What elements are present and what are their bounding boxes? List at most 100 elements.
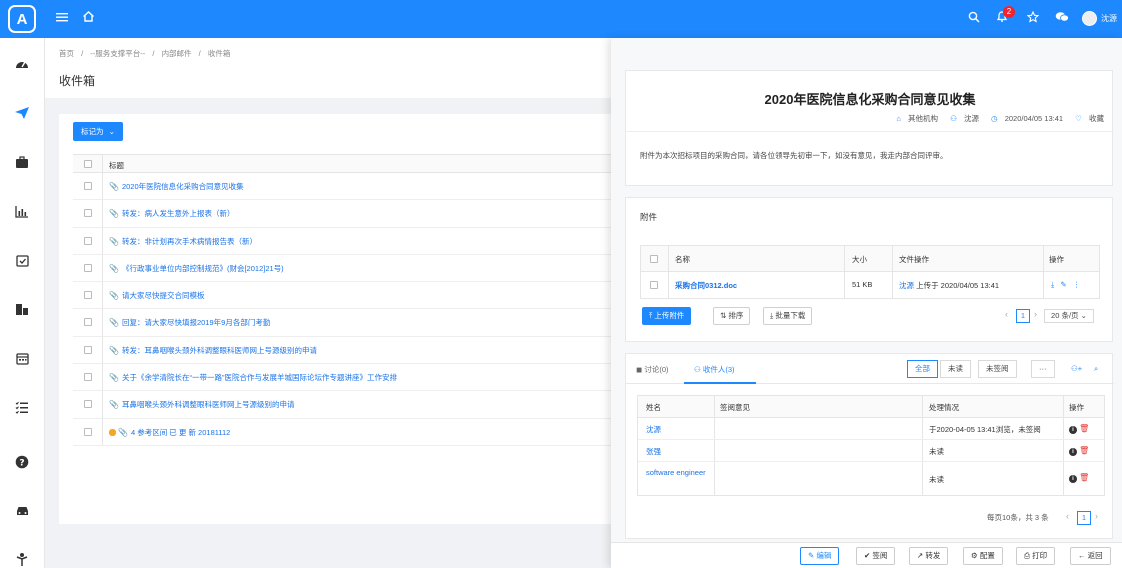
config-button[interactable]: ⚙ 配置 (963, 547, 1003, 565)
search-icon[interactable]: ⌕ (1094, 364, 1098, 374)
table-row[interactable]: 📎 2020年医院信息化采购合同意见收集 (73, 173, 611, 201)
add-user-icon[interactable]: ⚇+ (1071, 364, 1082, 373)
mail-title-link[interactable]: 转发：病人发生意外上报表（新） (122, 209, 235, 218)
next-page-icon[interactable]: › (1034, 309, 1037, 319)
forward-button[interactable]: ↗ 转发 (909, 547, 949, 565)
table-row[interactable]: 📎 耳鼻咽喉头颈外科调整眼科医师网上号源级别的申请 (73, 391, 611, 419)
print-button[interactable]: ⎙ 打印 (1016, 547, 1056, 565)
search-icon[interactable] (968, 10, 980, 28)
row-checkbox[interactable] (84, 427, 92, 436)
more-vertical-icon[interactable]: ⋮ (1073, 280, 1081, 289)
recipient-name-link[interactable]: 张强 (646, 446, 661, 457)
tab-discussion[interactable]: ◼ 讨论(0) (636, 364, 669, 375)
mail-title-link[interactable]: 转发：非计划再次手术病情报告表（新） (122, 237, 257, 246)
row-checkbox[interactable] (84, 209, 92, 218)
calendar-check-icon[interactable] (11, 249, 33, 271)
delete-icon[interactable]: 🗑 (1079, 446, 1089, 455)
menu-toggle-icon[interactable] (56, 10, 68, 28)
star-icon[interactable] (1026, 10, 1040, 28)
row-checkbox[interactable] (650, 281, 658, 289)
more-filters-button[interactable]: ··· (1031, 360, 1055, 378)
download-icon[interactable]: ⤓ (1051, 280, 1054, 289)
mail-title-link[interactable]: 关于《余学清院长在“一带一路”医院合作与发展羊城国际论坛作专题讲座》工作安排 (122, 373, 397, 382)
next-page-icon[interactable]: › (1095, 511, 1098, 521)
edit-icon[interactable]: ✎ (1060, 280, 1066, 289)
prev-page-icon[interactable]: ‹ (1005, 309, 1008, 319)
app-logo[interactable]: A (8, 5, 36, 33)
gear-icon: ⚙ (971, 551, 978, 560)
mail-title-link[interactable]: 《行政事业单位内部控制规范》(财会[2012]21号) (122, 264, 284, 273)
row-checkbox[interactable] (84, 263, 92, 272)
paper-plane-icon[interactable] (11, 102, 33, 124)
inbox-panel: 首页 / --服务支撑平台-- / 内部邮件 / 收件箱 收件箱 标记为 ⌄ 标… (45, 38, 611, 568)
page-number[interactable]: 1 (1016, 309, 1030, 323)
info-icon[interactable]: i (1069, 448, 1077, 456)
dashboard-icon[interactable] (11, 53, 33, 75)
page-number[interactable]: 1 (1077, 511, 1091, 525)
help-icon[interactable]: ? (11, 451, 33, 473)
bar-chart-icon[interactable] (11, 200, 33, 222)
info-icon[interactable]: i (1069, 475, 1077, 483)
row-checkbox[interactable] (84, 291, 92, 300)
breadcrumb-home[interactable]: 首页 (59, 49, 74, 58)
paperclip-icon: 📎 (109, 373, 119, 383)
filter-unsigned[interactable]: 未签阅 (978, 360, 1017, 378)
row-checkbox[interactable] (84, 318, 92, 327)
table-row[interactable]: 📎 转发：非计划再次手术病情报告表（新） (73, 227, 611, 255)
table-row[interactable]: 📎 关于《余学清院长在“一带一路”医院合作与发展羊城国际论坛作专题讲座》工作安排 (73, 364, 611, 392)
row-checkbox[interactable] (84, 400, 92, 409)
prev-page-icon[interactable]: ‹ (1066, 511, 1069, 521)
back-button[interactable]: ← 返回 (1070, 547, 1111, 565)
delete-icon[interactable]: 🗑 (1079, 424, 1089, 433)
row-checkbox[interactable] (84, 236, 92, 245)
favorite-button[interactable]: ♡ 收藏 (1070, 114, 1104, 123)
table-row[interactable]: 📎 4 参考区间 已 更 新 20181112 (73, 418, 611, 446)
select-all-attachments-checkbox[interactable] (650, 255, 658, 263)
mark-as-button[interactable]: 标记为 ⌄ (73, 122, 123, 141)
person-icon[interactable] (11, 548, 33, 568)
row-checkbox[interactable] (84, 373, 92, 382)
attachment-name-link[interactable]: 采购合同0312.doc (675, 280, 737, 291)
avatar[interactable] (1082, 11, 1097, 26)
breadcrumb-internal-mail[interactable]: 内部邮件 (162, 49, 192, 58)
home-icon[interactable] (82, 10, 95, 28)
delete-icon[interactable]: 🗑 (1079, 473, 1089, 482)
recipient-name-link[interactable]: 沈源 (646, 424, 661, 435)
row-checkbox[interactable] (84, 182, 92, 190)
table-row[interactable]: 📎 请大家尽快提交合同模板 (73, 282, 611, 310)
building-icon[interactable] (11, 298, 33, 320)
row-checkbox[interactable] (84, 345, 92, 354)
table-row[interactable]: 📎 转发：耳鼻咽喉头颈外科调整眼科医师网上号源级别的申请 (73, 336, 611, 365)
user-name[interactable]: 沈源 (1101, 13, 1117, 24)
filter-unread[interactable]: 未读 (940, 360, 971, 378)
uploader-link[interactable]: 沈源 (899, 281, 914, 290)
meta-time: 2020/04/05 13:41 (1004, 114, 1064, 123)
info-icon[interactable]: i (1069, 426, 1077, 434)
table-row[interactable]: 📎 转发：病人发生意外上报表（新） (73, 200, 611, 228)
edit-button[interactable]: ✎ 编辑 (800, 547, 840, 565)
filter-all[interactable]: 全部 (907, 360, 938, 378)
briefcase-icon[interactable] (11, 151, 33, 173)
sign-button[interactable]: ✔ 签阅 (856, 547, 896, 565)
breadcrumb-platform[interactable]: --服务支撑平台-- (90, 49, 145, 58)
batch-download-button[interactable]: ⤓ 批量下载 (763, 307, 813, 325)
sort-button[interactable]: ⇅ 排序 (713, 307, 751, 325)
mail-title-link[interactable]: 4 参考区间 已 更 新 20181112 (131, 428, 230, 437)
table-row[interactable]: 📎 回复：请大家尽快填报2019年9月各部门考勤 (73, 309, 611, 337)
car-icon[interactable] (11, 500, 33, 522)
mail-title-link[interactable]: 转发：耳鼻咽喉头颈外科调整眼科医师网上号源级别的申请 (122, 346, 317, 355)
recipient-name-link[interactable]: software engineer (646, 468, 712, 478)
task-list-icon[interactable] (11, 396, 33, 418)
chat-icon[interactable] (1055, 10, 1069, 28)
mail-title-link[interactable]: 回复：请大家尽快填报2019年9月各部门考勤 (122, 318, 270, 327)
select-all-checkbox[interactable] (84, 160, 92, 168)
calendar-icon[interactable] (11, 347, 33, 369)
mail-title-link[interactable]: 请大家尽快提交合同模板 (122, 291, 205, 300)
tab-recipients[interactable]: ⚇ 收件人(3) (694, 364, 735, 375)
upload-attachment-button[interactable]: ⤒ 上传附件 (642, 307, 692, 325)
table-row[interactable]: 📎 《行政事业单位内部控制规范》(财会[2012]21号) (73, 254, 611, 283)
paperclip-icon: 📎 (109, 400, 119, 410)
page-size-select[interactable]: 20 条/页 ⌄ (1044, 309, 1094, 323)
mail-title-link[interactable]: 耳鼻咽喉头颈外科调整眼科医师网上号源级别的申请 (122, 400, 295, 409)
mail-title-link[interactable]: 2020年医院信息化采购合同意见收集 (122, 182, 244, 191)
